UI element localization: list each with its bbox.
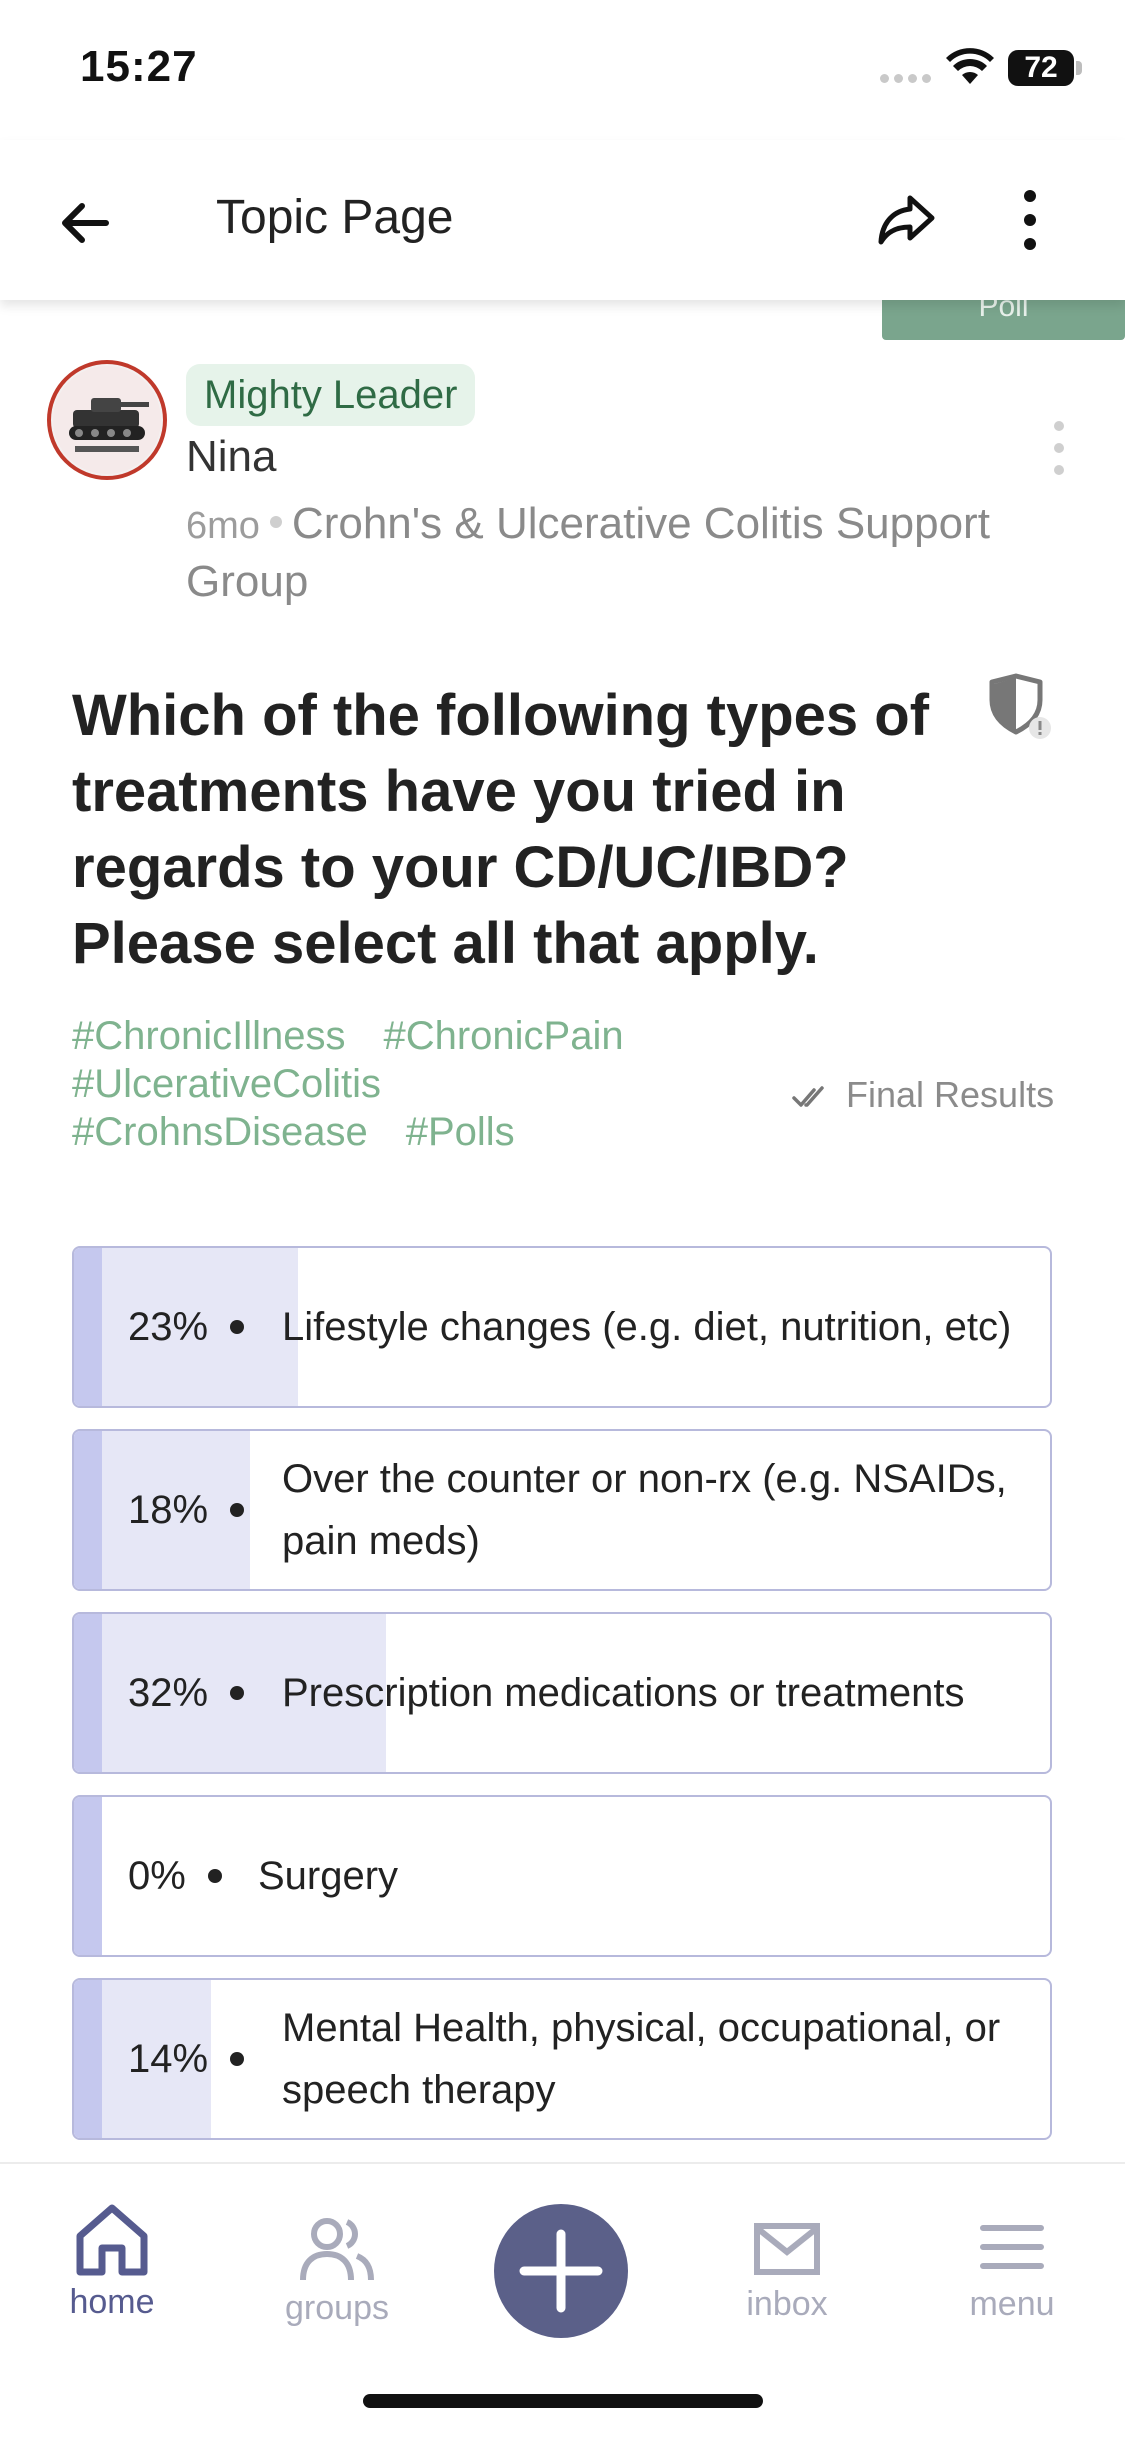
top-app-bar: Topic Page — [0, 140, 1125, 300]
hashtag[interactable]: #CrohnsDisease — [72, 1110, 368, 1154]
post-more-options-icon[interactable] — [1050, 418, 1068, 478]
poll-option[interactable]: 14% Mental Health, physical, occupationa… — [72, 1978, 1052, 2140]
percent-value: 0% — [128, 1853, 186, 1898]
option-percent: 18% — [128, 1431, 245, 1589]
status-time: 15:27 — [80, 42, 198, 91]
hashtag[interactable]: #ChronicPain — [383, 1014, 623, 1058]
poll-option[interactable]: 18% Over the counter or non-rx (e.g. NSA… — [72, 1429, 1052, 1591]
nav-inbox-label: inbox — [746, 2285, 828, 2323]
create-post-button[interactable] — [494, 2204, 628, 2338]
hamburger-menu-icon — [980, 2225, 1044, 2269]
hashtag[interactable]: #Polls — [406, 1110, 515, 1154]
option-label: Over the counter or non-rx (e.g. NSAIDs,… — [282, 1457, 1007, 1563]
author-name[interactable]: Nina — [186, 432, 277, 482]
final-results-label: Final Results — [846, 1074, 1055, 1115]
plus-icon — [519, 2229, 603, 2313]
page-title: Topic Page — [216, 191, 454, 244]
option-percent: 14% — [128, 1980, 245, 2138]
groups-icon — [300, 2218, 374, 2281]
percent-value: 18% — [128, 1487, 209, 1532]
moderation-shield-icon[interactable] — [984, 672, 1056, 744]
nav-groups-label: groups — [285, 2289, 389, 2327]
option-percent: 0% — [128, 1797, 222, 1955]
final-results-indicator: Final Results — [792, 1074, 1054, 1116]
poll-type-tab: Poll — [882, 298, 1125, 340]
option-percent: 23% — [128, 1248, 245, 1406]
percent-value: 14% — [128, 2036, 209, 2081]
option-label: Surgery — [258, 1854, 399, 1898]
option-edge — [74, 1980, 102, 2138]
group-link[interactable]: Crohn's & Ulcerative Colitis Support Gro… — [186, 499, 990, 606]
inbox-icon — [754, 2223, 820, 2275]
option-percent: 32% — [128, 1614, 245, 1772]
bullet — [207, 1869, 222, 1883]
option-label: Mental Health, physical, occupational, o… — [282, 2006, 1001, 2112]
nav-menu[interactable]: menu — [922, 2214, 1102, 2324]
bullet — [230, 2052, 245, 2066]
home-icon — [76, 2204, 148, 2276]
nav-inbox[interactable]: inbox — [697, 2220, 877, 2324]
nav-groups[interactable]: groups — [247, 2214, 427, 2328]
bullet — [230, 1503, 245, 1517]
nav-menu-label: menu — [969, 2285, 1055, 2323]
option-edge — [74, 1614, 102, 1772]
nav-home[interactable]: home — [22, 2202, 202, 2322]
cellular-signal-icon — [880, 70, 936, 88]
avatar[interactable] — [47, 360, 167, 480]
battery-icon: 72 — [1008, 50, 1074, 86]
option-label: Lifestyle changes (e.g. diet, nutrition,… — [282, 1305, 1012, 1349]
percent-value: 32% — [128, 1670, 209, 1715]
share-icon[interactable] — [872, 184, 942, 254]
more-options-icon[interactable] — [1000, 184, 1060, 256]
option-label: Prescription medications or treatments — [282, 1671, 965, 1715]
mighty-leader-badge: Mighty Leader — [186, 364, 476, 426]
separator-dot — [269, 516, 282, 529]
hashtag[interactable]: #UlcerativeColitis — [72, 1062, 381, 1106]
poll-option[interactable]: 32% Prescription medications or treatmen… — [72, 1612, 1052, 1774]
post-meta: 6mo Crohn's & Ulcerative Colitis Support … — [186, 496, 1016, 610]
status-bar: 15:27 72 — [0, 0, 1125, 140]
percent-value: 23% — [128, 1304, 209, 1349]
double-check-icon — [792, 1086, 824, 1108]
poll-option[interactable]: 0% Surgery — [72, 1795, 1052, 1957]
nav-home-label: home — [69, 2283, 155, 2321]
tank-logo-icon — [53, 366, 161, 474]
hashtag-list: #ChronicIllness #ChronicPain #UlcerativeC… — [72, 1012, 772, 1156]
option-edge — [74, 1797, 102, 1955]
home-indicator — [363, 2394, 763, 2408]
bullet — [230, 1686, 245, 1700]
option-edge — [74, 1248, 102, 1406]
option-edge — [74, 1431, 102, 1589]
poll-question: Which of the following types of treatmen… — [72, 683, 930, 976]
poll-option[interactable]: 23% Lifestyle changes (e.g. diet, nutrit… — [72, 1246, 1052, 1408]
post-age: 6mo — [186, 505, 260, 547]
wifi-icon — [946, 48, 994, 84]
back-arrow-icon[interactable] — [50, 188, 120, 258]
hashtag[interactable]: #ChronicIllness — [72, 1014, 345, 1058]
bullet — [230, 1320, 245, 1334]
battery-tip — [1076, 61, 1082, 75]
